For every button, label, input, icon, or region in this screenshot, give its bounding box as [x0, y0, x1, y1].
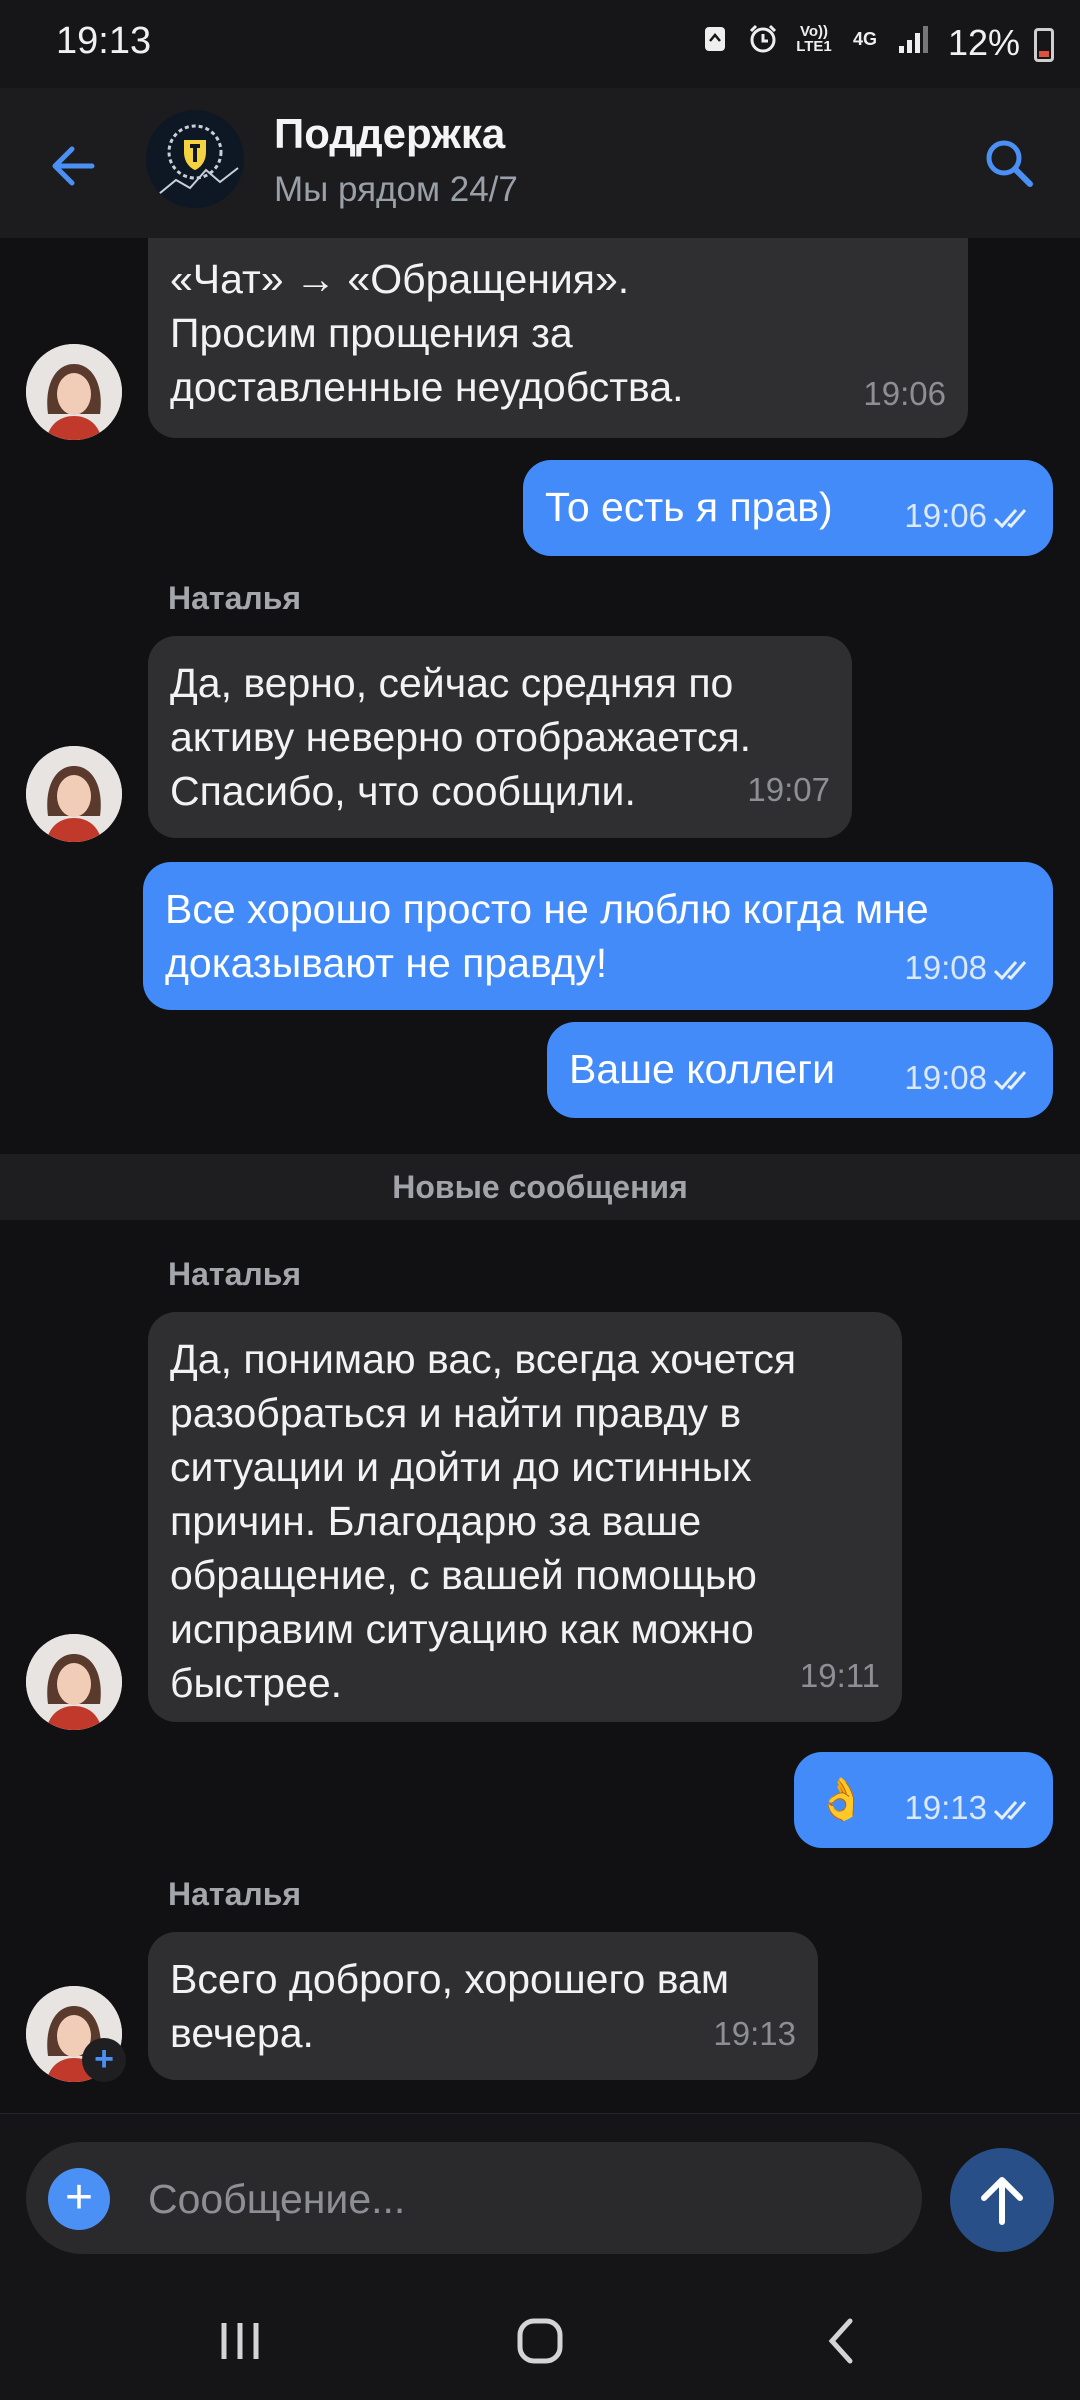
message-time-block: 19:08 [904, 1058, 1031, 1100]
composer: + [0, 2113, 1080, 2274]
message-time: 19:07 [747, 771, 830, 808]
message-time: 19:11 [799, 1657, 880, 1694]
message-sender: Наталья [168, 1256, 302, 1292]
message-time-block: 19:06 [904, 496, 1031, 538]
message-incoming[interactable]: Да, верно, сейчас средняя по активу неве… [148, 636, 852, 838]
message-text: Да, верно, сейчас средняя по активу неве… [170, 660, 752, 814]
message-incoming[interactable]: Всего доброго, хорошего вам вечера. 19:1… [148, 1932, 818, 2080]
search-icon[interactable] [978, 132, 1042, 196]
send-button[interactable] [950, 2148, 1054, 2252]
double-check-icon [993, 950, 1031, 990]
network-4g-icon: 4G [852, 28, 877, 49]
message-list[interactable]: «Чат» → «Обращения». Просим прощения за … [0, 238, 1080, 2113]
arrow-up-icon [981, 2177, 1023, 2225]
message-input-container[interactable]: + [26, 2142, 922, 2256]
message-time: 19:06 [904, 496, 987, 534]
message-time-block: 19:08 [904, 948, 1031, 990]
message-text: Все хорошо просто не люблю когда мне док… [165, 886, 929, 986]
message-outgoing[interactable]: То есть я прав) 19:06 [523, 460, 1053, 556]
message-time: 19:13 [713, 2015, 796, 2052]
recycle-icon [698, 22, 732, 56]
message-sender: Наталья [168, 580, 302, 616]
message-text: «Чат» → «Обращения». Просим прощения за … [170, 256, 684, 410]
double-check-icon [993, 498, 1031, 538]
message-sender: Наталья [168, 1876, 302, 1912]
back-chevron-icon[interactable] [812, 2311, 872, 2371]
home-icon[interactable] [510, 2311, 570, 2371]
message-outgoing[interactable]: 👌 19:13 [794, 1752, 1053, 1848]
avatar[interactable] [26, 1634, 122, 1730]
signal-icon [896, 22, 930, 56]
alarm-icon [746, 22, 780, 56]
support-logo-avatar[interactable] [146, 110, 244, 208]
message-incoming[interactable]: Да, понимаю вас, всегда хочется разобрат… [148, 1312, 902, 1722]
divider-label: Новые сообщения [392, 1169, 688, 1205]
chat-header: Поддержка Мы рядом 24/7 [0, 88, 1080, 238]
message-time: 19:13 [904, 1788, 987, 1826]
status-time: 19:13 [56, 20, 152, 62]
arrow-left-icon[interactable] [44, 136, 104, 196]
battery-level: 12% [947, 22, 1020, 63]
avatar[interactable] [26, 344, 122, 440]
message-text: Всего доброго, хорошего вам вечера. [170, 1956, 730, 2056]
battery-icon [1034, 28, 1054, 62]
chat-title: Поддержка [274, 110, 506, 157]
message-text: Да, понимаю вас, всегда хочется разобрат… [170, 1336, 797, 1706]
plus-icon[interactable]: + [82, 2038, 126, 2082]
chat-subtitle: Мы рядом 24/7 [274, 170, 518, 209]
message-input[interactable] [146, 2142, 890, 2256]
message-outgoing[interactable]: Ваше коллеги 19:08 [547, 1022, 1053, 1118]
message-time: 19:08 [904, 948, 987, 986]
system-nav-bar [0, 2273, 1080, 2400]
avatar[interactable] [26, 746, 122, 842]
message-text: Ваше коллеги [569, 1046, 836, 1092]
plus-icon[interactable]: + [48, 2168, 110, 2230]
message-outgoing[interactable]: Все хорошо просто не люблю когда мне док… [143, 862, 1053, 1010]
message-incoming[interactable]: «Чат» → «Обращения». Просим прощения за … [148, 238, 968, 438]
message-text: То есть я прав) [545, 484, 833, 530]
status-bar: 19:13 Vo)) LTE1 4G 12% [0, 0, 1080, 88]
new-messages-divider: Новые сообщения [0, 1154, 1080, 1220]
double-check-icon [993, 1060, 1031, 1100]
message-time: 19:06 [863, 375, 946, 412]
double-check-icon [993, 1790, 1031, 1830]
volte-icon: Vo)) LTE1 [796, 23, 832, 55]
recents-icon[interactable] [210, 2311, 270, 2371]
message-text: 👌 [816, 1776, 868, 1822]
status-icons: Vo)) LTE1 4G [698, 22, 930, 56]
message-time-block: 19:13 [904, 1788, 1031, 1830]
message-time: 19:08 [904, 1058, 987, 1096]
